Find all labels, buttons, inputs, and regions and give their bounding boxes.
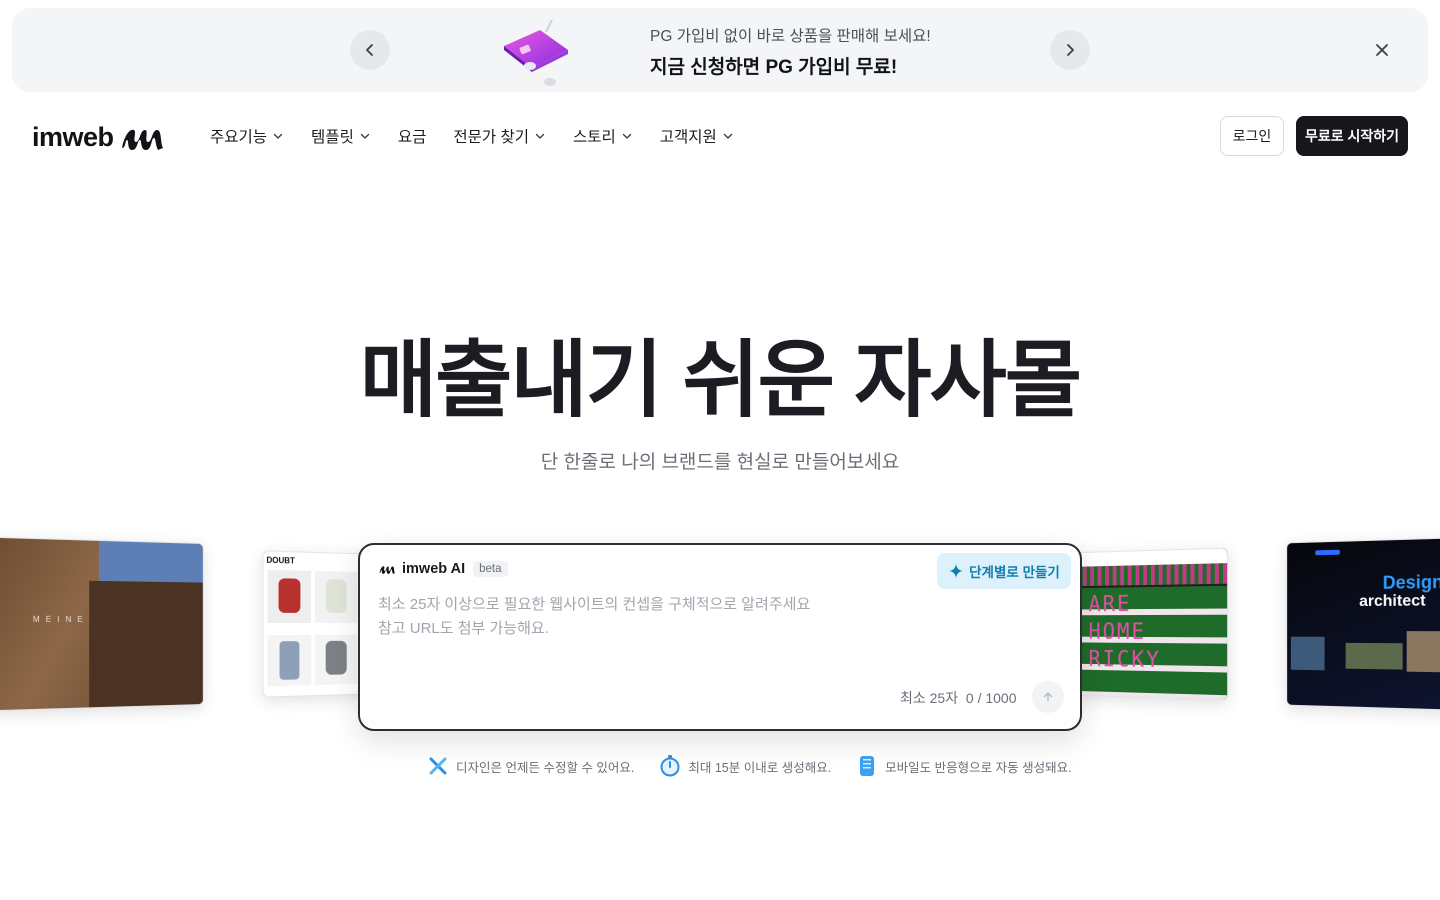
nav-item-label: 전문가 찾기	[453, 129, 529, 146]
step-by-step-button[interactable]: 단계별로 만들기	[937, 553, 1071, 589]
template-preview-card[interactable]: MEINE	[0, 536, 204, 712]
banner-close-button[interactable]	[1370, 38, 1394, 62]
website-concept-input[interactable]	[378, 593, 1058, 673]
card-title: MEINE	[32, 614, 89, 624]
feature-item: 디자인은 언제든 수정할 수 있어요.	[428, 755, 634, 777]
chevron-right-icon	[1067, 44, 1074, 56]
card-title: Design	[1382, 571, 1440, 593]
template-preview-card[interactable]: ARE HOME RICKY	[1074, 547, 1229, 701]
start-free-button[interactable]: 무료로 시작하기	[1296, 116, 1408, 156]
card-subtitle: architect	[1359, 592, 1426, 611]
banner-subtitle: PG 가입비 없이 바로 상품을 판매해 보세요!	[650, 28, 931, 45]
card-line: ARE	[1088, 592, 1132, 618]
close-icon	[1376, 44, 1388, 56]
send-button[interactable]	[1032, 681, 1064, 713]
min-chars-label: 최소 25자	[900, 690, 959, 706]
chevron-left-icon	[366, 44, 373, 56]
chevron-down-icon	[622, 133, 631, 139]
chevron-down-icon	[723, 133, 732, 139]
login-button[interactable]: 로그인	[1220, 116, 1284, 156]
ai-prompt-box: imweb AI beta 단계별로 만들기 최소 25자 0 / 1000	[358, 543, 1082, 731]
banner-next-button[interactable]	[1050, 30, 1090, 70]
card-title: DOUBT	[266, 555, 295, 566]
logo-wordmark: imweb	[32, 121, 114, 152]
char-counter: 최소 25자 0 / 1000	[900, 688, 1017, 708]
nav-item-templates[interactable]: 템플릿	[311, 125, 371, 147]
credit-card-illustration	[490, 19, 572, 88]
ai-header: imweb AI beta	[378, 561, 508, 577]
imweb-ai-icon	[379, 566, 395, 574]
feature-item: 모바일도 반응형으로 자동 생성돼요.	[857, 755, 1072, 777]
template-preview-card[interactable]: Design architect	[1286, 537, 1440, 711]
feature-list: 디자인은 언제든 수정할 수 있어요. 최대 15분 이내로 생성해요. 모바일…	[428, 755, 1098, 777]
nav-item-experts[interactable]: 전문가 찾기	[453, 125, 546, 147]
feature-item: 최대 15분 이내로 생성해요.	[660, 755, 831, 777]
step-by-step-label: 단계별로 만들기	[969, 565, 1060, 580]
banner-title[interactable]: 지금 신청하면 PG 가입비 무료!	[650, 52, 897, 79]
beta-badge: beta	[473, 561, 508, 577]
nav-item-pricing[interactable]: 요금	[398, 125, 427, 147]
promo-banner: PG 가입비 없이 바로 상품을 판매해 보세요! 지금 신청하면 PG 가입비…	[12, 8, 1428, 92]
nav-item-label: 주요기능	[210, 129, 268, 146]
nav-item-story[interactable]: 스토리	[573, 125, 633, 147]
imweb-mark-icon	[121, 129, 163, 150]
feature-text: 모바일도 반응형으로 자동 생성돼요.	[885, 760, 1072, 775]
char-count: 0 / 1000	[965, 690, 1017, 706]
main-nav: 주요기능 템플릿 요금 전문가 찾기 스토리 고객지원	[210, 124, 761, 148]
nav-item-label: 템플릿	[311, 129, 354, 146]
nav-item-features[interactable]: 주요기능	[210, 125, 284, 147]
imweb-logo[interactable]: imweb	[32, 120, 166, 154]
sparkle-icon	[949, 564, 964, 578]
card-line: HOME	[1088, 620, 1147, 645]
nav-item-label: 요금	[397, 129, 427, 146]
feature-text: 최대 15분 이내로 생성해요.	[688, 760, 832, 775]
hero-subtitle: 단 한줄로 나의 브랜드를 현실로 만들어보세요	[540, 452, 900, 473]
nav-item-support[interactable]: 고객지원	[660, 125, 734, 147]
stopwatch-icon	[660, 755, 680, 777]
feature-text: 디자인은 언제든 수정할 수 있어요.	[456, 760, 635, 775]
mobile-phone-icon	[857, 755, 877, 777]
nav-item-label: 스토리	[572, 129, 616, 146]
chevron-down-icon	[273, 133, 283, 139]
arrow-up-icon	[1043, 692, 1053, 702]
template-preview-card[interactable]: DOUBT	[262, 550, 370, 698]
chevron-down-icon	[360, 133, 370, 139]
ai-name: imweb AI	[402, 561, 466, 577]
design-tools-icon	[428, 755, 448, 777]
card-line: RICKY	[1088, 647, 1161, 674]
hero-title: 매출내기 쉬운 자사몰	[359, 333, 1082, 427]
banner-prev-button[interactable]	[350, 30, 390, 70]
chevron-down-icon	[535, 133, 545, 139]
nav-item-label: 고객지원	[659, 129, 717, 146]
